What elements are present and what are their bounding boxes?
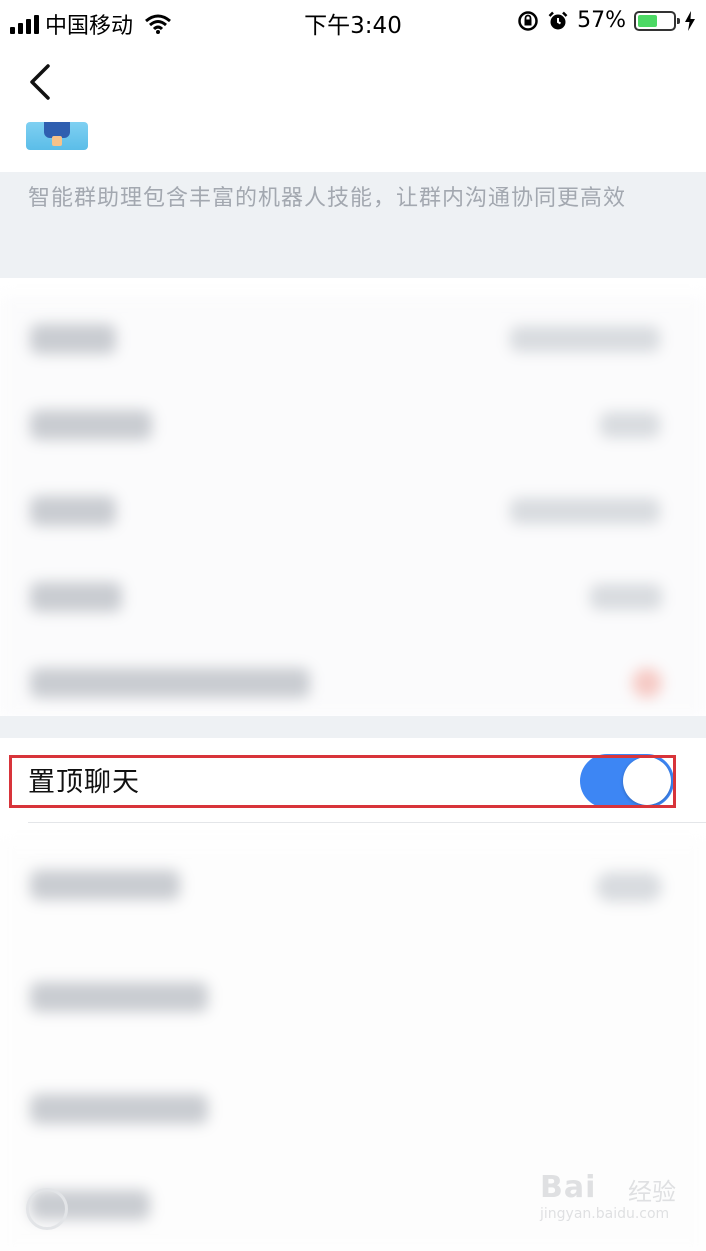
pin-chat-row[interactable]: 置顶聊天 [0, 738, 706, 822]
blurred-row [0, 954, 706, 1040]
assistant-description-panel: 智能群助理包含丰富的机器人技能，让群内沟通协同更高效 [0, 172, 706, 278]
status-right: 57% [517, 8, 696, 33]
watermark-url: jingyan.baidu.com [540, 1206, 670, 1222]
charging-bolt-icon [685, 10, 695, 31]
baidu-jingyan-watermark: Bai 经验 jingyan.baidu.com [540, 1170, 690, 1226]
blurred-row [0, 640, 706, 726]
orientation-lock-icon [518, 10, 538, 31]
voice-icon [26, 1188, 68, 1230]
watermark-suffix: 经验 [628, 1178, 676, 1206]
alarm-icon [548, 11, 568, 29]
blurred-settings-group [0, 296, 706, 716]
blurred-row [0, 468, 706, 554]
pin-chat-toggle[interactable] [580, 754, 674, 808]
assistant-description: 智能群助理包含丰富的机器人技能，让群内沟通协同更高效 [28, 186, 627, 211]
battery-percent: 57% [577, 8, 626, 33]
back-arrow-icon[interactable] [20, 58, 60, 106]
toggle-knob [623, 757, 671, 805]
battery-icon [634, 10, 680, 31]
row-divider [28, 822, 706, 823]
status-bar: 中国移动 下午3:40 57% [0, 0, 706, 44]
blurred-row [0, 1066, 706, 1152]
assistant-illustration [26, 122, 88, 150]
section-gap [0, 716, 706, 738]
watermark-brand: Bai [540, 1170, 597, 1205]
blurred-row [0, 554, 706, 640]
blurred-row [0, 382, 706, 468]
blurred-row [0, 296, 706, 382]
blurred-row [0, 842, 706, 928]
pin-chat-label: 置顶聊天 [28, 767, 140, 798]
